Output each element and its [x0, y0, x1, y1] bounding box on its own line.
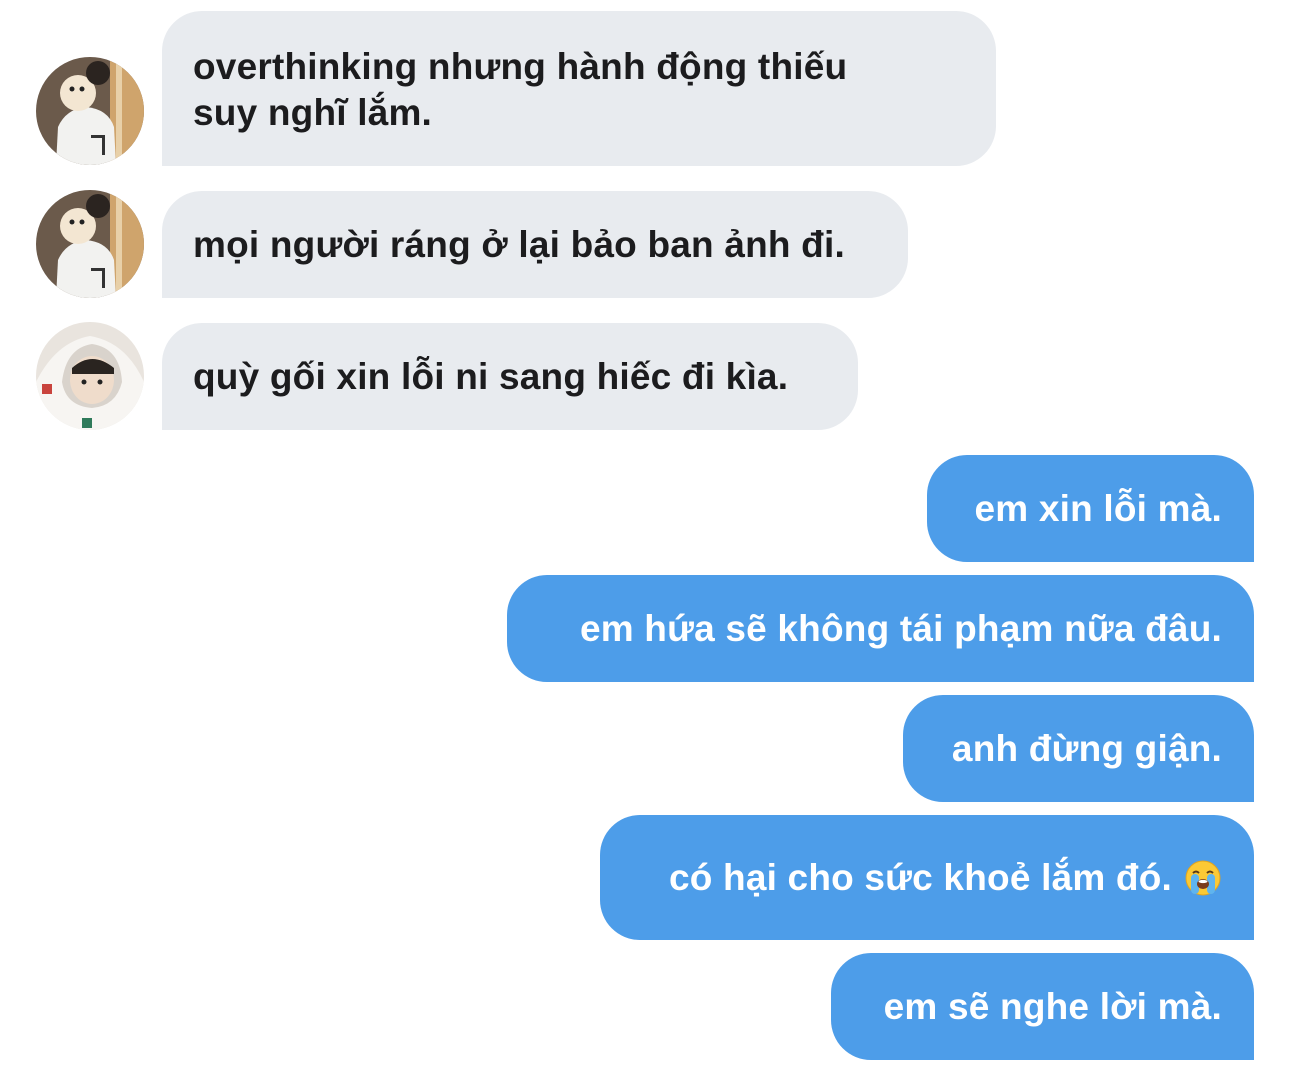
- incoming-message-bubble[interactable]: mọi người ráng ở lại bảo ban ảnh đi.: [162, 191, 908, 298]
- message-text: em sẽ nghe lời mà.: [883, 985, 1222, 1027]
- outgoing-message-bubble[interactable]: em hứa sẽ không tái phạm nữa đâu.: [507, 575, 1254, 682]
- message-text: mọi người ráng ở lại bảo ban ảnh đi.: [193, 223, 845, 265]
- avatar[interactable]: [36, 57, 144, 165]
- incoming-message-bubble[interactable]: overthinking nhưng hành động thiếu suy n…: [162, 11, 996, 166]
- incoming-message-bubble[interactable]: quỳ gối xin lỗi ni sang hiếc đi kìa.: [162, 323, 858, 430]
- avatar-person-holding-dog-icon: [36, 190, 144, 298]
- outgoing-message-bubble[interactable]: em xin lỗi mà.: [927, 455, 1254, 562]
- avatar-person-in-hoodie-icon: [36, 322, 144, 430]
- message-text: có hại cho sức khoẻ lắm đó.: [668, 856, 1172, 898]
- message-text-line: overthinking nhưng hành động thiếu: [193, 46, 848, 87]
- message-text: em xin lỗi mà.: [974, 487, 1222, 529]
- message-text-line: suy nghĩ lắm.: [193, 92, 433, 133]
- loudly-crying-face-emoji-icon: [1185, 860, 1221, 895]
- outgoing-message-bubble[interactable]: có hại cho sức khoẻ lắm đó.: [600, 815, 1254, 940]
- outgoing-message-bubble[interactable]: anh đừng giận.: [903, 695, 1254, 802]
- message-text: em hứa sẽ không tái phạm nữa đâu.: [579, 607, 1222, 649]
- message-text: anh đừng giận.: [951, 727, 1222, 769]
- outgoing-message-bubble[interactable]: em sẽ nghe lời mà.: [831, 953, 1254, 1060]
- chat-thread: overthinking nhưng hành động thiếu suy n…: [0, 0, 1290, 1065]
- message-text: quỳ gối xin lỗi ni sang hiếc đi kìa.: [193, 355, 789, 397]
- avatar[interactable]: [36, 322, 144, 430]
- avatar-person-holding-dog-icon: [36, 57, 144, 165]
- avatar[interactable]: [36, 190, 144, 298]
